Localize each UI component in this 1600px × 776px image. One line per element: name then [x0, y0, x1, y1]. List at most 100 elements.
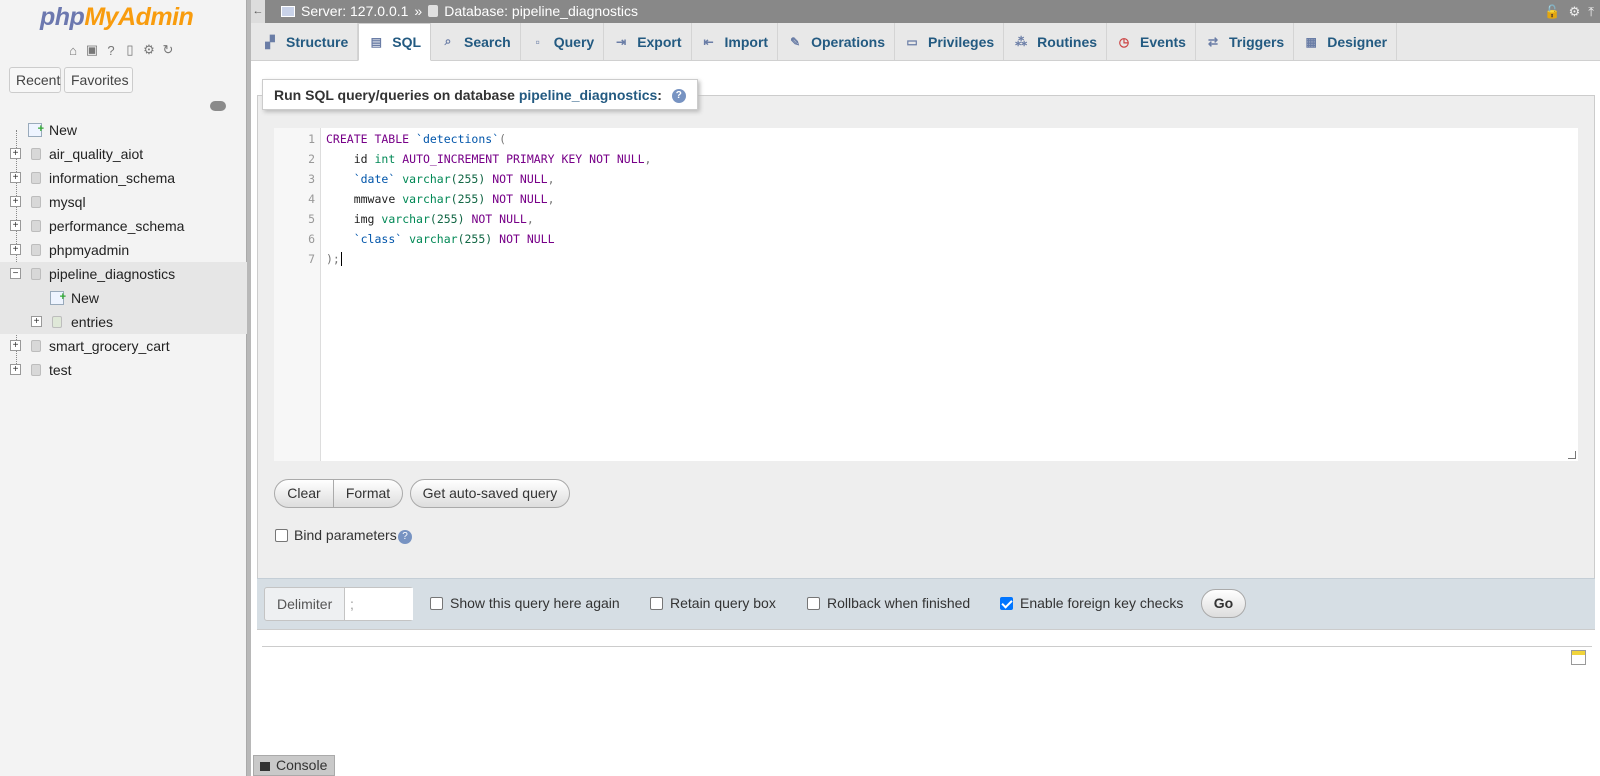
- lock-icon[interactable]: 🔓: [1544, 4, 1560, 20]
- delimiter-input[interactable]: ;: [344, 588, 413, 620]
- tree-table-entries[interactable]: + entries: [0, 310, 247, 334]
- triggers-icon: ⇄: [1205, 35, 1221, 49]
- breadcrumb-server[interactable]: Server: 127.0.0.1: [301, 3, 408, 19]
- table-icon: [52, 316, 62, 328]
- expand-icon[interactable]: +: [10, 244, 21, 255]
- expand-icon[interactable]: +: [10, 220, 21, 231]
- tab-events[interactable]: ◷Events: [1107, 23, 1196, 60]
- clock-icon: ◷: [1116, 35, 1132, 49]
- expand-icon[interactable]: +: [10, 196, 21, 207]
- expand-icon[interactable]: +: [10, 148, 21, 159]
- expand-icon[interactable]: +: [10, 172, 21, 183]
- sql-icon: ▤: [368, 35, 384, 49]
- foreign-key-checks-checkbox[interactable]: [1000, 597, 1013, 610]
- tab-query[interactable]: ▫Query: [521, 23, 604, 60]
- tree-db-smart-grocery-cart[interactable]: + smart_grocery_cart: [0, 334, 247, 358]
- help-icon[interactable]: ?: [672, 89, 686, 103]
- database-icon: [31, 220, 41, 232]
- tree-item-new-table[interactable]: New: [0, 286, 247, 310]
- tree-db-phpmyadmin[interactable]: + phpmyadmin: [0, 238, 247, 262]
- database-icon: [31, 268, 41, 280]
- breadcrumb-bar: ← Server: 127.0.0.1 » Database: pipeline…: [251, 0, 1600, 23]
- database-icon: [31, 340, 41, 352]
- settings-icon[interactable]: ⚙: [141, 42, 157, 58]
- show-query-checkbox[interactable]: [430, 597, 443, 610]
- logout-icon[interactable]: ▣: [84, 42, 100, 58]
- link-with-main-panel-icon[interactable]: [210, 101, 226, 111]
- tree-db-pipeline-diagnostics[interactable]: − pipeline_diagnostics: [0, 262, 247, 286]
- divider: [262, 646, 1592, 647]
- tab-operations[interactable]: ✎Operations: [778, 23, 895, 60]
- expand-icon[interactable]: +: [31, 316, 42, 327]
- console-icon: [260, 762, 270, 771]
- collapse-nav-button[interactable]: ←: [251, 0, 265, 23]
- expand-icon[interactable]: +: [10, 364, 21, 375]
- tab-sql[interactable]: ▤SQL: [358, 23, 431, 61]
- format-button[interactable]: Format: [333, 479, 403, 508]
- tab-search[interactable]: ⌕Search: [431, 23, 521, 60]
- reload-icon[interactable]: ↻: [160, 42, 176, 58]
- database-icon: [31, 244, 41, 256]
- delimiter-label: Delimiter: [277, 588, 332, 620]
- tab-export[interactable]: ⇥Export: [604, 23, 691, 60]
- tree-db-information-schema[interactable]: + information_schema: [0, 166, 247, 190]
- expand-icon[interactable]: +: [10, 340, 21, 351]
- tab-privileges[interactable]: ▭Privileges: [895, 23, 1004, 60]
- gear-icon[interactable]: ⚙: [1569, 4, 1581, 20]
- designer-icon: ▦: [1303, 35, 1319, 49]
- phpmyadmin-logo[interactable]: phpMyAdmin: [40, 3, 193, 32]
- tree-db-air-quality-aiot[interactable]: + air_quality_aiot: [0, 142, 247, 166]
- rollback-checkbox[interactable]: [807, 597, 820, 610]
- privileges-icon: ▭: [904, 35, 920, 49]
- bind-parameters-checkbox[interactable]: [275, 529, 288, 542]
- query-legend: Run SQL query/queries on database pipeli…: [262, 79, 698, 110]
- tree-db-performance-schema[interactable]: + performance_schema: [0, 214, 247, 238]
- database-icon: [31, 172, 41, 184]
- new-table-icon: [50, 291, 64, 305]
- resize-grip[interactable]: [1568, 451, 1576, 459]
- database-icon: [428, 5, 438, 17]
- delimiter-field: Delimiter ;: [264, 587, 413, 621]
- panel-resizer[interactable]: [247, 0, 251, 776]
- code-line: img varchar(255) NOT NULL,: [326, 212, 534, 226]
- tab-routines[interactable]: ⁂Routines: [1004, 23, 1107, 60]
- database-icon: [31, 196, 41, 208]
- code-line: CREATE TABLE `detections`(: [326, 132, 506, 146]
- bind-parameters-label: Bind parameters: [294, 527, 397, 543]
- console-toggle[interactable]: Console: [253, 755, 335, 776]
- docs-icon[interactable]: ▯: [122, 42, 138, 58]
- help-icon[interactable]: ?: [103, 42, 119, 58]
- collapse-icon[interactable]: −: [10, 268, 21, 279]
- navigation-panel: phpMyAdmin ⌂ ▣ ? ▯ ⚙ ↻ Recent Favorites …: [0, 0, 247, 776]
- home-icon[interactable]: ⌂: [65, 42, 81, 58]
- code-line: );: [326, 252, 342, 266]
- tab-designer[interactable]: ▦Designer: [1294, 23, 1397, 60]
- breadcrumb-database[interactable]: Database: pipeline_diagnostics: [444, 3, 638, 19]
- help-icon[interactable]: ?: [398, 530, 412, 544]
- retain-query-box-label: Retain query box: [670, 595, 776, 611]
- search-icon: ⌕: [440, 35, 456, 49]
- tree-db-test[interactable]: + test: [0, 358, 247, 382]
- get-auto-saved-query-button[interactable]: Get auto-saved query: [410, 479, 570, 508]
- tab-import[interactable]: ⇤Import: [692, 23, 779, 60]
- tab-bar: ▞Structure ▤SQL ⌕Search ▫Query ⇥Export ⇤…: [251, 23, 1600, 61]
- database-icon: [31, 148, 41, 160]
- legend-database-link[interactable]: pipeline_diagnostics: [519, 87, 657, 103]
- import-icon: ⇤: [701, 35, 717, 49]
- server-icon: [281, 6, 295, 17]
- clear-button[interactable]: Clear: [274, 479, 334, 508]
- collapse-top-icon[interactable]: ⤒: [1588, 4, 1594, 20]
- code-line: `class` varchar(255) NOT NULL: [326, 232, 555, 246]
- tab-triggers[interactable]: ⇄Triggers: [1196, 23, 1294, 60]
- sql-editor[interactable]: 1 2 3 4 5 6 7 CREATE TABLE `detections`(…: [274, 128, 1578, 461]
- bookmark-icon[interactable]: [1571, 650, 1586, 665]
- recent-button[interactable]: Recent: [9, 67, 61, 93]
- breadcrumb-separator: »: [414, 3, 422, 19]
- tree-db-mysql[interactable]: + mysql: [0, 190, 247, 214]
- tree-item-new[interactable]: New: [0, 118, 247, 142]
- tab-structure[interactable]: ▞Structure: [253, 23, 358, 60]
- retain-query-box-checkbox[interactable]: [650, 597, 663, 610]
- favorites-button[interactable]: Favorites: [64, 67, 133, 93]
- show-query-label: Show this query here again: [450, 595, 620, 611]
- go-button[interactable]: Go: [1201, 589, 1246, 618]
